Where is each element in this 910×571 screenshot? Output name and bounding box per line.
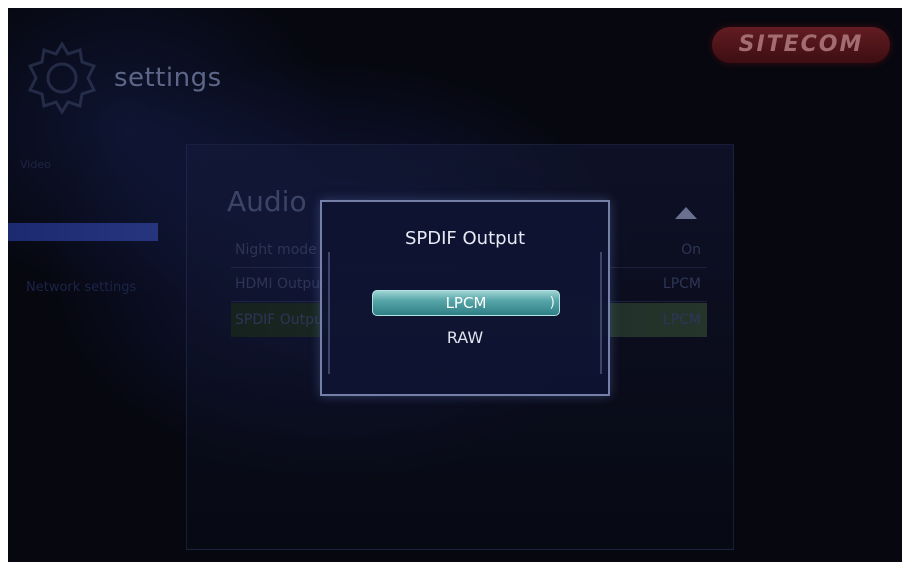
dialog-divider [600,252,602,374]
setting-label: Night mode [235,242,317,258]
tv-screen: settings SITECOM Video Network settings … [8,8,902,562]
panel-title: Audio [227,185,307,218]
spdif-output-dialog: SPDIF Output LPCM ) RAW [320,200,610,396]
dialog-divider [328,252,330,374]
sidebar-item-network-settings[interactable]: Network settings [26,280,166,295]
brand-logo: SITECOM [712,27,890,63]
option-raw[interactable]: RAW [322,328,608,347]
setting-value: LPCM [662,312,701,328]
option-lpcm[interactable]: LPCM ) [372,290,560,316]
chevron-right-icon: ) [549,295,555,311]
gear-icon [27,41,97,115]
sidebar-item-video[interactable]: Video [20,158,80,171]
setting-value: LPCM [662,276,701,292]
setting-label: SPDIF Output [235,312,329,328]
setting-label: HDMI Output [235,276,326,292]
sidebar-item-audio[interactable] [8,223,158,241]
page-title: settings [114,63,222,93]
setting-value: On [681,242,701,258]
dialog-title: SPDIF Output [404,228,526,249]
option-label: LPCM [445,294,487,312]
scroll-up-icon[interactable] [675,207,697,219]
